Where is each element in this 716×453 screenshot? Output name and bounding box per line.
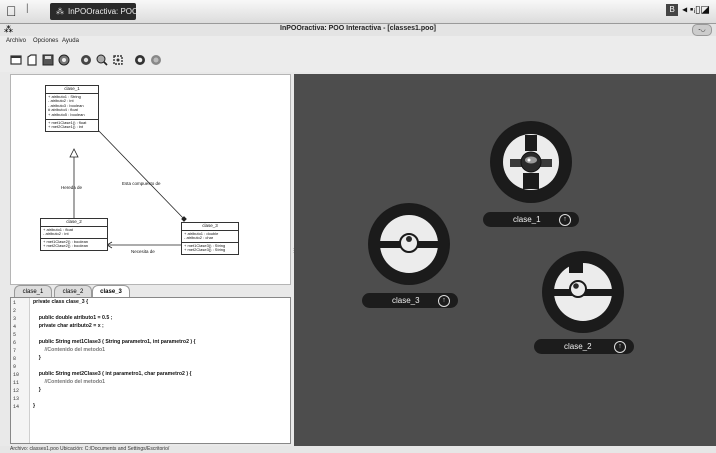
line-number: 5	[13, 332, 17, 338]
uml-methods: + met1Clase2() : boolean + met2Clase2() …	[41, 239, 107, 250]
code-line: }	[33, 387, 41, 393]
menu-bar: Archivo Opciones Ayuda	[0, 36, 716, 48]
object-label-text: clase_1	[513, 215, 541, 224]
open-file-icon[interactable]	[26, 54, 38, 66]
app-icon: ⁂	[56, 7, 64, 16]
menu-archivo[interactable]: Archivo	[6, 38, 26, 44]
zoom-icon[interactable]	[96, 54, 108, 66]
uml-class-clase-3[interactable]: clase_3 + atributo1 : double - atributo2…	[181, 222, 239, 255]
status-bar: Archivo: classes1.poo Ubicación: C:/Docu…	[0, 446, 716, 453]
object-wheel-icon	[491, 122, 571, 202]
new-file-icon[interactable]	[10, 54, 22, 66]
menu-opciones[interactable]: Opciones	[33, 38, 58, 44]
code-line: }	[33, 355, 41, 361]
composition-line	[96, 128, 186, 221]
uml-attributes: + atributo1 : String - atributo2 : int -…	[46, 94, 98, 120]
taskbar-app-button[interactable]: ⁂ InPOOractiva: POO I...	[50, 3, 136, 20]
line-number: 3	[13, 316, 17, 322]
network-icon[interactable]: ◂ ▪ᵢ▯◪	[682, 5, 710, 16]
code-comment-line: //Contenido del metodo1	[33, 379, 106, 385]
line-number-gutter: 1 2 3 4 5 6 7 8 9 10 11 12 13 14	[11, 298, 30, 443]
line-number: 8	[13, 356, 17, 362]
taskbar:  | ⁂ InPOOractiva: POO I... B◂ ▪ᵢ▯◪	[0, 0, 716, 24]
object-label-text: clase_2	[564, 342, 592, 351]
info-icon[interactable]	[80, 54, 92, 66]
line-number: 14	[13, 404, 20, 410]
window-title: InPOOractiva: POO Interactiva - [classes…	[280, 25, 436, 32]
object-canvas[interactable]: clase_1 ↑ clase_3 ↑ clase_2 ↑	[294, 74, 716, 446]
relation-label-composed: Esta compuesto de	[122, 181, 161, 186]
uml-attributes: + atributo1 : float - atributo2 : int	[41, 227, 107, 239]
relation-label-inherits: Hereda de	[61, 185, 83, 190]
code-editor[interactable]: 1 2 3 4 5 6 7 8 9 10 11 12 13 14 private…	[10, 297, 291, 444]
uml-methods: + met1Clase3() : String + met2Clase3() :…	[182, 243, 238, 254]
object-node-clase-2[interactable]	[542, 251, 624, 333]
save-icon[interactable]	[42, 54, 54, 66]
code-line: public String met1Clase3 ( String parame…	[33, 339, 196, 345]
taskbar-app-label: InPOOractiva: POO I...	[68, 7, 136, 16]
toolbar	[0, 48, 716, 72]
object-label-clase-3[interactable]: clase_3 ↑	[362, 293, 458, 308]
window-controls-button[interactable]: -◡	[692, 24, 712, 36]
up-arrow-icon[interactable]: ↑	[614, 341, 626, 353]
object-wheel-icon	[543, 252, 623, 332]
uml-class-name: clase_1	[46, 86, 98, 94]
line-number: 4	[13, 324, 17, 330]
apple-menu-icon[interactable]: 	[6, 3, 17, 19]
stop-icon[interactable]	[150, 54, 162, 66]
line-number: 9	[13, 364, 17, 370]
object-node-clase-1[interactable]	[490, 121, 572, 203]
window-titlebar: ⁂ InPOOractiva: POO Interactiva - [class…	[0, 24, 716, 36]
uml-method: + met2Clase2() : boolean	[43, 244, 89, 249]
code-line: public String met2Clase3 ( int parametro…	[33, 371, 192, 377]
code-line: public double atributo1 = 0.5 ;	[33, 315, 113, 321]
line-number: 6	[13, 340, 17, 346]
uml-class-clase-2[interactable]: clase_2 + atributo1 : float - atributo2 …	[40, 218, 108, 251]
object-wheel-icon	[369, 204, 449, 284]
inheritance-arrowhead	[69, 148, 79, 158]
line-number: 10	[13, 372, 20, 378]
code-line: private char atributo2 = x ;	[33, 323, 104, 329]
uml-method: + met2Clase1() : int	[48, 125, 84, 130]
uml-attribute: - atributo2 : char	[184, 236, 214, 241]
uml-methods: + met1Clase1() : float + met2Clase1() : …	[46, 120, 98, 131]
play-icon[interactable]	[134, 54, 146, 66]
uml-diagram-panel[interactable]: clase_1 + atributo1 : String - atributo2…	[10, 74, 291, 285]
line-number: 12	[13, 388, 20, 394]
editor-tabs: clase_1 clase_2 clase_3	[10, 285, 289, 298]
uml-attributes: + atributo1 : double - atributo2 : char	[182, 231, 238, 243]
separator-icon: |	[26, 3, 29, 14]
line-number: 11	[13, 380, 20, 386]
line-number: 1	[13, 300, 17, 306]
uml-attribute: - atributo2 : int	[43, 232, 69, 237]
code-line: private class clase_3 {	[33, 299, 89, 305]
object-label-text: clase_3	[392, 296, 420, 305]
uml-class-clase-1[interactable]: clase_1 + atributo1 : String - atributo2…	[45, 85, 99, 132]
system-tray: B ◂ ▪ᵢ▯◪	[666, 4, 710, 16]
line-number: 13	[13, 396, 20, 402]
up-arrow-icon[interactable]: ↑	[438, 295, 450, 307]
line-number: 7	[13, 348, 17, 354]
uml-attribute: + atributo5 : boolean	[48, 112, 85, 117]
code-comment-line: //Contenido del metodo1	[33, 347, 106, 353]
relation-label-needs: Necesita de	[131, 249, 155, 254]
object-label-clase-2[interactable]: clase_2 ↑	[534, 339, 634, 354]
navigate-icon[interactable]	[58, 54, 70, 66]
object-node-clase-3[interactable]	[368, 203, 450, 285]
uml-method: + met2Clase3() : String	[184, 248, 226, 253]
code-line: }	[33, 403, 36, 409]
object-label-clase-1[interactable]: clase_1 ↑	[483, 212, 579, 227]
line-number: 2	[13, 308, 17, 314]
uml-class-name: clase_2	[41, 219, 107, 227]
uml-class-name: clase_3	[182, 223, 238, 231]
menu-ayuda[interactable]: Ayuda	[62, 38, 79, 44]
tray-app-icon[interactable]: B	[666, 4, 679, 16]
settings-icon[interactable]	[112, 54, 124, 66]
up-arrow-icon[interactable]: ↑	[559, 214, 571, 226]
